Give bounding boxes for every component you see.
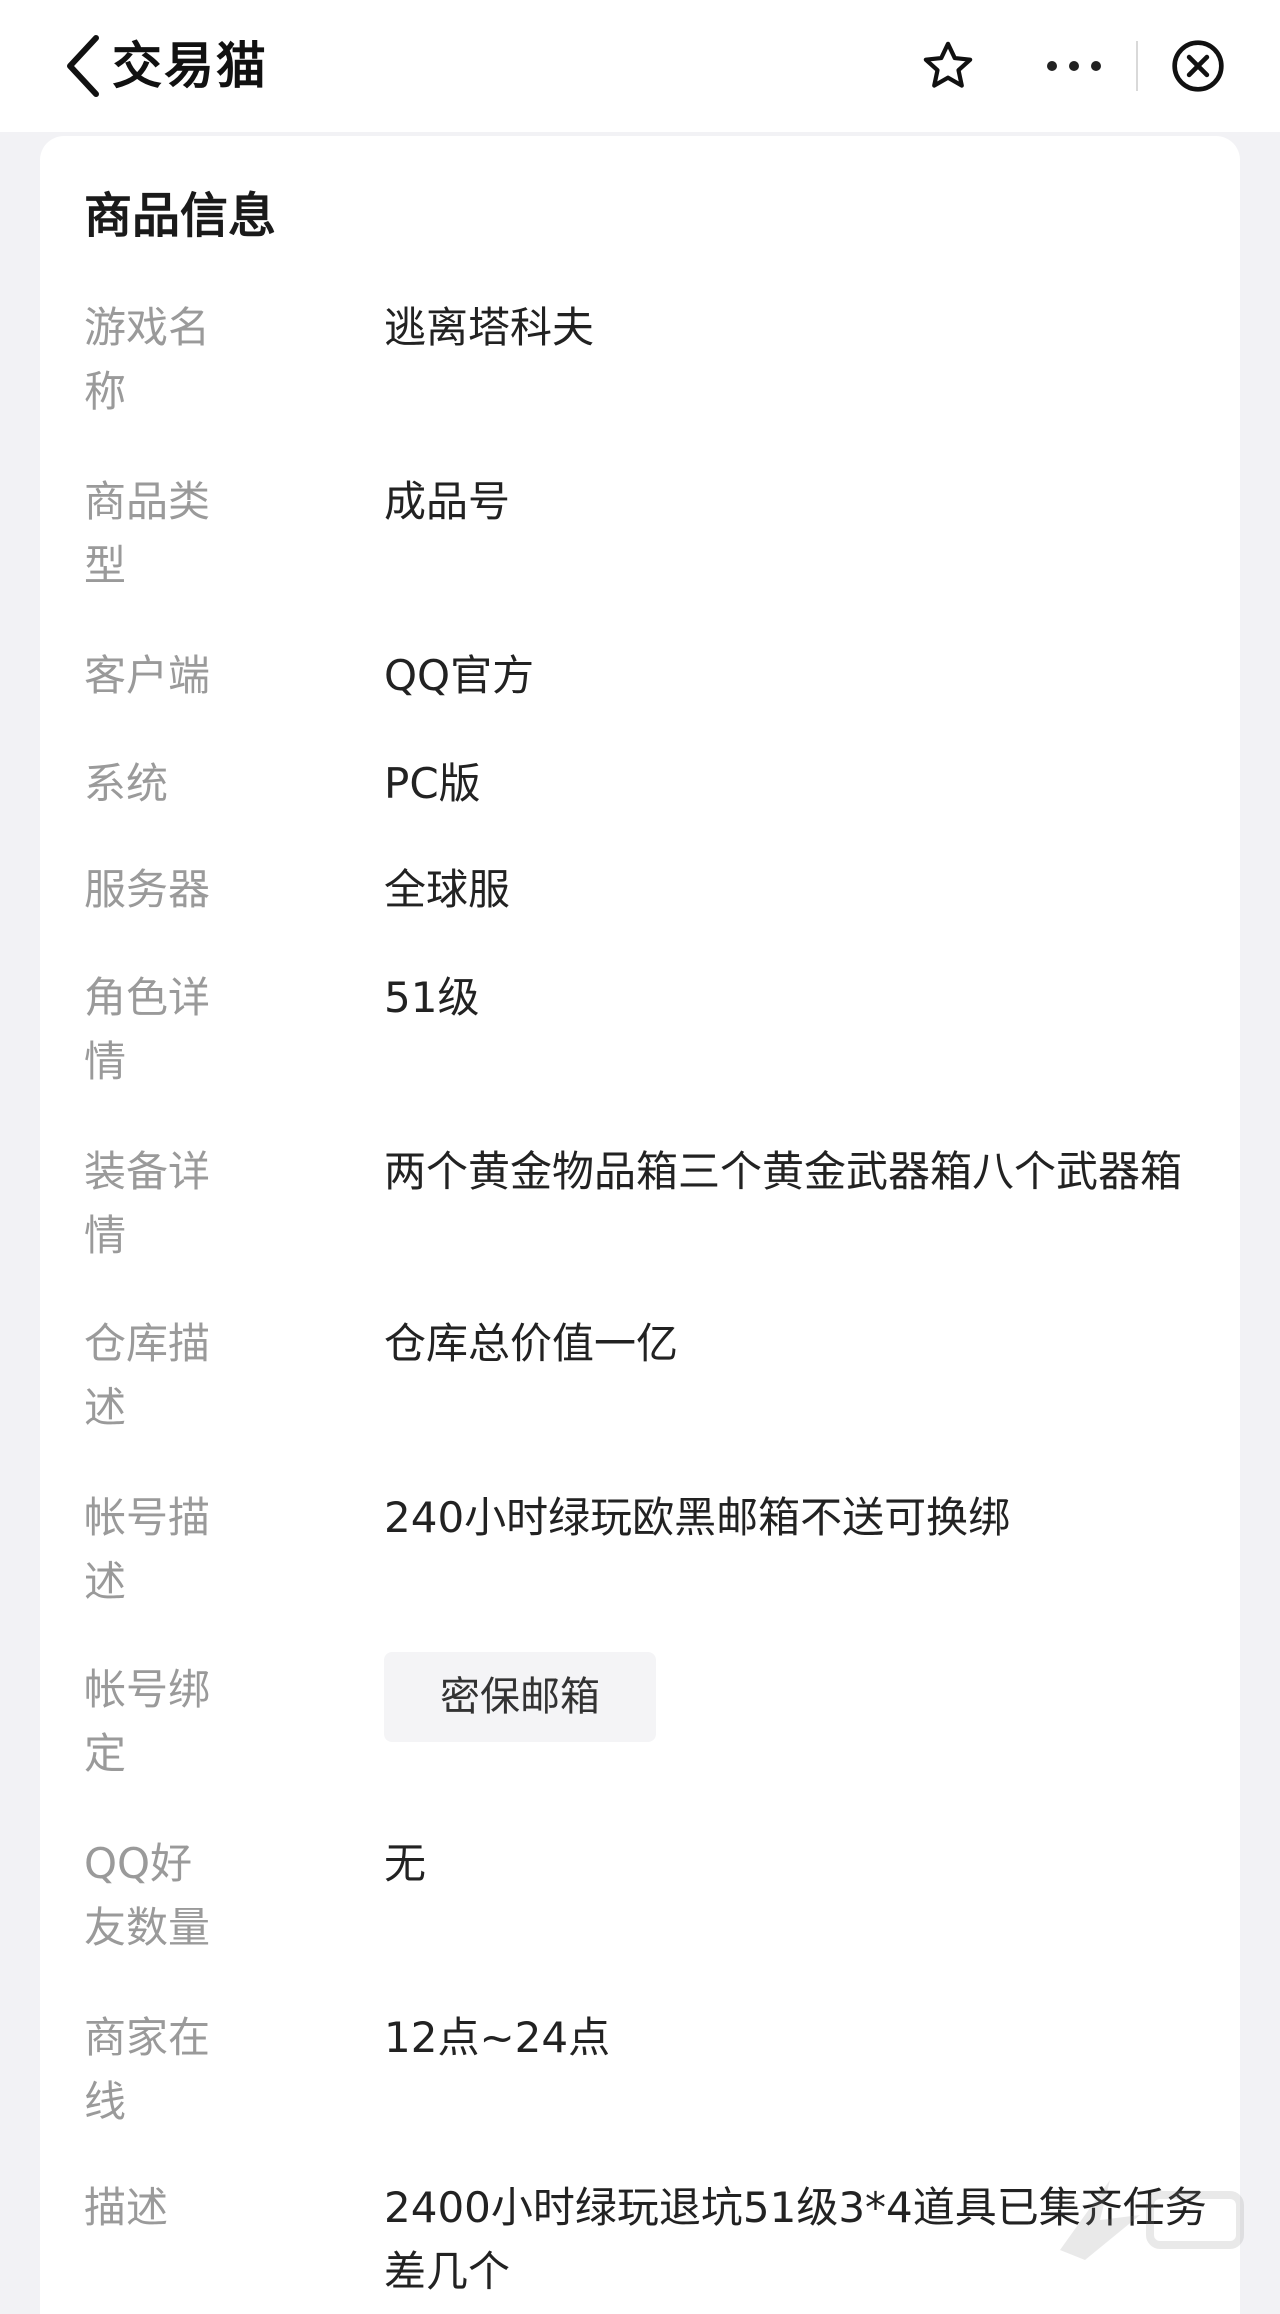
row-value: 51级 — [384, 973, 480, 1022]
row-value: 两个黄金物品箱三个黄金武器箱八个武器箱 — [384, 1147, 1183, 1196]
row-label: 游戏名称 — [84, 303, 211, 416]
row-value: QQ官方 — [384, 651, 535, 700]
row-label: 服务器 — [84, 865, 211, 914]
more-dots-icon — [1041, 61, 1107, 71]
favorite-button[interactable] — [898, 16, 998, 116]
row-value: 成品号 — [384, 477, 511, 526]
chevron-left-icon — [67, 35, 99, 97]
row-label: 帐号描述 — [84, 1493, 211, 1606]
row-value: 逃离塔科夫 — [384, 303, 595, 352]
row-label: 客户端 — [84, 651, 211, 700]
row-label: 描述 — [84, 2183, 169, 2232]
row-label: 装备详情 — [84, 1147, 211, 1260]
row-value: 12点~24点 — [384, 2013, 611, 2062]
back-button[interactable] — [52, 28, 112, 104]
product-info-card: 商品信息 游戏名称 逃离塔科夫 商品类型 成品号 客户端 QQ官方 系统 PC版… — [40, 136, 1240, 2314]
row-label: 仓库描述 — [84, 1319, 211, 1432]
watermark-logo — [1040, 2160, 1260, 2270]
close-circle-icon — [1172, 40, 1224, 92]
top-navigation-bar: 交易猫 — [0, 0, 1280, 132]
star-icon — [923, 41, 973, 88]
row-value: 无 — [384, 1839, 427, 1888]
row-label: 系统 — [84, 759, 169, 808]
row-label: 角色详情 — [84, 973, 211, 1086]
row-label: 商家在线 — [84, 2013, 211, 2126]
row-label: QQ好友数量 — [84, 1839, 211, 1952]
page-title: 交易猫 — [112, 37, 268, 95]
more-button[interactable] — [1012, 16, 1136, 116]
row-value: PC版 — [384, 759, 481, 808]
row-label: 帐号绑定 — [84, 1665, 211, 1778]
binding-tag: 密保邮箱 — [384, 1652, 656, 1742]
row-value: 240小时绿玩欧黑邮箱不送可换绑 — [384, 1493, 1011, 1542]
close-button[interactable] — [1138, 16, 1258, 116]
mini-program-capsule — [1012, 16, 1258, 116]
section-title: 商品信息 — [84, 188, 277, 244]
row-value: 仓库总价值一亿 — [384, 1319, 679, 1368]
row-label: 商品类型 — [84, 477, 211, 590]
row-value: 全球服 — [384, 865, 511, 914]
